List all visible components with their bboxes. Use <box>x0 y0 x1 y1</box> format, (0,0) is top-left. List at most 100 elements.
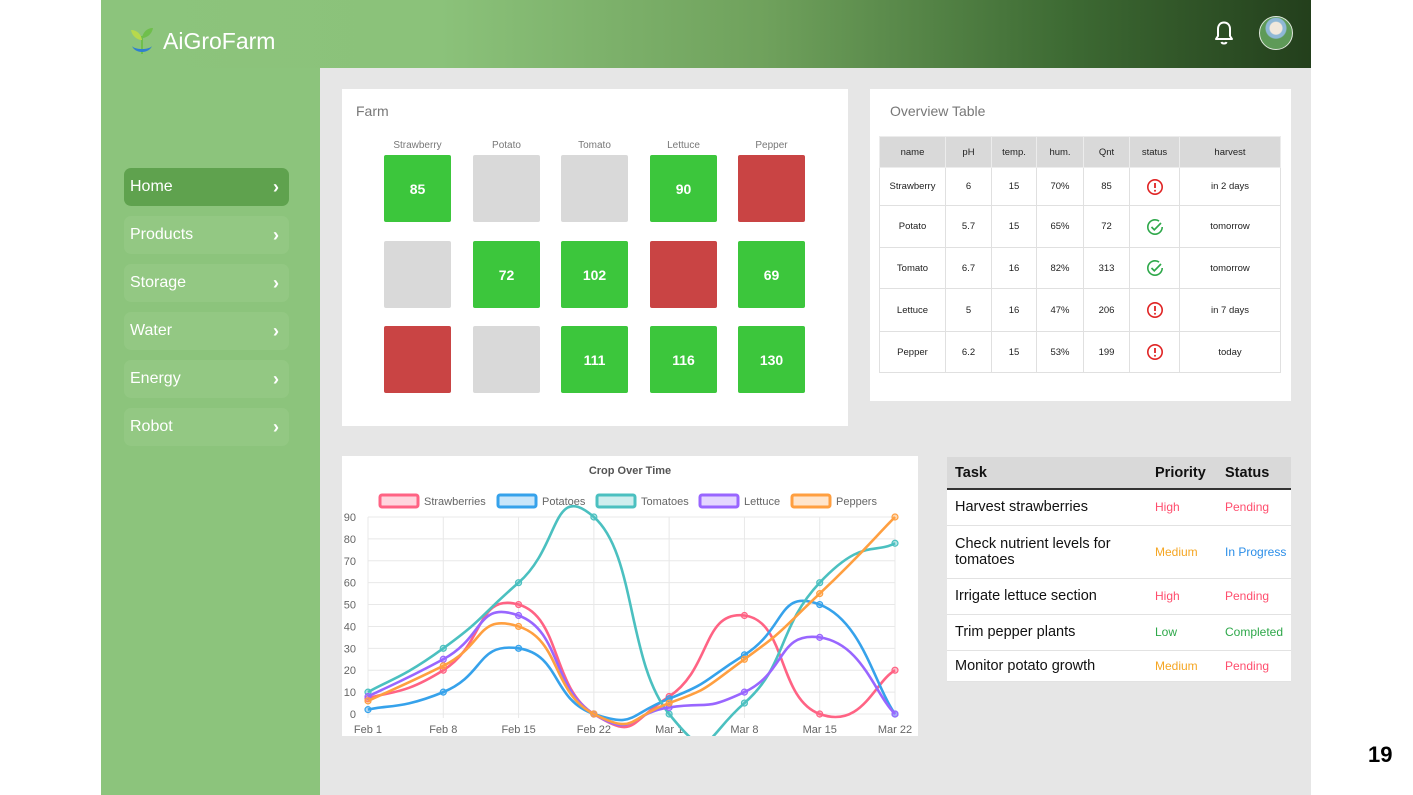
task-row[interactable]: Irrigate lettuce section High Pending <box>947 578 1291 615</box>
sidebar-item-products[interactable]: Products › <box>124 216 289 254</box>
overview-cell-name: Potato <box>879 205 946 248</box>
overview-cell-qnt: 206 <box>1083 288 1130 332</box>
overview-header-name: name <box>879 136 946 168</box>
overview-header-Qnt: Qnt <box>1083 136 1130 168</box>
farm-plot-cell[interactable] <box>561 155 628 222</box>
farm-plot-cell[interactable]: 111 <box>561 326 628 393</box>
task-header-priority: Priority <box>1147 457 1217 490</box>
overview-cell-ph: 6.7 <box>945 247 992 289</box>
overview-cell-name: Pepper <box>879 331 946 373</box>
sidebar-item-robot[interactable]: Robot › <box>124 408 289 446</box>
y-tick-label: 70 <box>344 556 356 568</box>
app-window: AiGroFarm Home › Products › Storage › Water › En… <box>101 0 1311 795</box>
legend-swatch <box>496 493 538 509</box>
farm-column-header: Tomato <box>578 140 611 151</box>
task-priority: Medium <box>1147 525 1217 579</box>
data-point <box>816 579 824 587</box>
status-cell <box>1129 205 1180 248</box>
legend-label: Lettuce <box>744 496 780 508</box>
data-point <box>364 697 372 705</box>
app-name: AiGroFarm <box>163 27 276 54</box>
sidebar-item-water[interactable]: Water › <box>124 312 289 350</box>
task-row[interactable]: Harvest strawberries High Pending <box>947 489 1291 526</box>
sidebar-item-storage[interactable]: Storage › <box>124 264 289 302</box>
crop-chart: Crop Over Time 0 10 20 30 40 50 60 70 80 90 Feb 1 Fe… <box>344 465 912 745</box>
task-table: Task Priority Status Harvest strawberries H… <box>947 457 1291 682</box>
overview-cell-ph: 6.2 <box>945 331 992 373</box>
task-name: Trim pepper plants <box>947 614 1147 651</box>
overview-cell-qnt: 72 <box>1083 205 1130 248</box>
chevron-right-icon: › <box>273 368 279 389</box>
data-point <box>439 655 447 663</box>
data-point <box>816 600 824 609</box>
chevron-right-icon: › <box>273 320 279 341</box>
chevron-right-icon: › <box>273 416 279 437</box>
y-tick-label: 40 <box>344 621 356 633</box>
task-status: Completed <box>1217 614 1291 651</box>
data-point <box>891 539 899 547</box>
farm-plot-cell[interactable]: 90 <box>650 155 717 222</box>
farm-plot-cell[interactable] <box>384 241 451 308</box>
farm-plot-cell[interactable] <box>473 326 540 393</box>
data-point <box>740 655 749 663</box>
legend-swatch <box>790 493 832 509</box>
task-name: Check nutrient levels for tomatoes <box>947 525 1147 579</box>
overview-row: Tomato 6.7 16 82% 313 tomorrow <box>879 247 1281 289</box>
task-priority: Medium <box>1147 650 1217 682</box>
data-point <box>665 710 673 718</box>
task-priority: High <box>1147 489 1217 526</box>
overview-cell-temp: 15 <box>991 331 1037 373</box>
sidebar-item-home[interactable]: Home › <box>124 168 289 206</box>
data-point <box>891 710 899 718</box>
y-tick-label: 20 <box>344 665 356 677</box>
task-priority: High <box>1147 578 1217 615</box>
farm-plot-cell[interactable]: 102 <box>561 241 628 308</box>
check-icon <box>1146 260 1163 276</box>
farm-plot-cell[interactable] <box>384 326 451 393</box>
task-status: Pending <box>1217 489 1291 526</box>
data-point <box>740 611 749 620</box>
overview-cell-harvest: in 2 days <box>1179 167 1281 206</box>
data-point <box>364 706 372 714</box>
alert-icon <box>1146 178 1163 195</box>
brand[interactable]: AiGroFarm <box>129 26 275 56</box>
sidebar-item-label: Robot <box>130 418 173 435</box>
task-row[interactable]: Check nutrient levels for tomatoes Medium… <box>947 525 1291 579</box>
farm-column-header: Pepper <box>755 140 788 151</box>
data-point <box>665 699 673 707</box>
task-row[interactable]: Monitor potato growth Medium Pending <box>947 650 1291 682</box>
farm-column-header: Potato <box>492 140 521 151</box>
overview-row: Strawberry 6 15 70% 85 in 2 days <box>879 167 1281 206</box>
chart-card: Crop Over Time 0 10 20 30 40 50 60 70 80 90 Feb 1 Fe… <box>342 456 918 745</box>
y-tick-label: 0 <box>350 709 356 721</box>
overview-cell-qnt: 313 <box>1083 247 1130 289</box>
farm-plot-cell[interactable]: 69 <box>738 241 805 308</box>
farm-plot-cell[interactable] <box>473 155 540 222</box>
farm-plot-cell[interactable] <box>650 241 717 308</box>
farm-title: Farm <box>356 103 389 119</box>
legend-label: Peppers <box>836 496 877 508</box>
sidebar-item-energy[interactable]: Energy › <box>124 360 289 398</box>
x-tick-label: Feb 8 <box>429 724 457 736</box>
farm-plot-cell[interactable] <box>738 155 805 222</box>
data-point <box>439 644 447 652</box>
overview-title: Overview Table <box>890 103 986 119</box>
top-bar: AiGroFarm <box>101 0 1311 68</box>
data-point <box>816 633 824 641</box>
overview-header-hum: hum. <box>1036 136 1084 168</box>
farm-plot-cell[interactable]: 72 <box>473 241 540 308</box>
status-cell <box>1129 167 1180 206</box>
data-point <box>740 688 749 696</box>
data-point <box>816 590 824 598</box>
bell-icon[interactable] <box>1211 18 1237 48</box>
task-status: Pending <box>1217 578 1291 615</box>
task-row[interactable]: Trim pepper plants Low Completed <box>947 614 1291 651</box>
farm-plot-cell[interactable]: 85 <box>384 155 451 222</box>
overview-cell-hum: 82% <box>1036 247 1084 289</box>
x-tick-label: Mar 8 <box>730 724 758 736</box>
avatar[interactable] <box>1259 16 1293 50</box>
farm-plot-cell[interactable]: 116 <box>650 326 717 393</box>
farm-plot-cell[interactable]: 130 <box>738 326 805 393</box>
data-point <box>514 611 523 620</box>
status-cell <box>1129 288 1180 332</box>
